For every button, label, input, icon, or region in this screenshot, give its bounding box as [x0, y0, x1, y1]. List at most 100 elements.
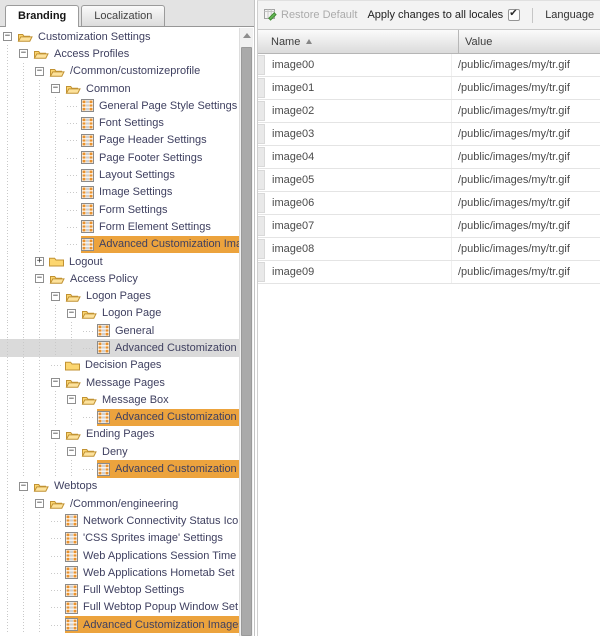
tree-item-logon-page[interactable]: −Logon Page [0, 305, 239, 322]
tree-item-customization-settings[interactable]: −Customization Settings [0, 28, 239, 45]
expander-minus-icon[interactable]: − [19, 482, 28, 491]
expander-minus-icon[interactable]: − [35, 67, 44, 76]
tree-item-full-webtop-popup-window-set[interactable]: Full Webtop Popup Window Set [0, 599, 239, 616]
tree-item-css-sprites-image-settings[interactable]: 'CSS Sprites image' Settings [0, 530, 239, 547]
table-row-image00[interactable]: image00/public/images/my/tr.gif [258, 54, 600, 77]
column-header-name[interactable]: Name [258, 30, 459, 53]
tree-item-layout-settings[interactable]: Layout Settings [0, 166, 239, 183]
tree-item-form-element-settings[interactable]: Form Element Settings [0, 218, 239, 235]
expander-minus-icon[interactable]: − [3, 32, 12, 41]
scroll-up-button[interactable] [240, 28, 253, 43]
tree-item-image-settings[interactable]: Image Settings [0, 184, 239, 201]
tree-item-message-pages[interactable]: −Message Pages [0, 374, 239, 391]
tree-item-common-engineering[interactable]: −/Common/engineering [0, 495, 239, 512]
expander-minus-icon[interactable]: − [67, 309, 76, 318]
table-row-image04[interactable]: image04/public/images/my/tr.gif [258, 146, 600, 169]
table-body: image00/public/images/my/tr.gifimage01/p… [258, 54, 600, 284]
tree-guide-line [35, 460, 51, 477]
tree-node: Ending Pages [65, 426, 239, 443]
restore-default-button[interactable]: Restore Default [263, 7, 363, 24]
tree-guide-line [19, 564, 35, 581]
tree-item-form-settings[interactable]: Form Settings [0, 201, 239, 218]
tree-guide-line [3, 564, 19, 581]
tree-item-advanced-customization[interactable]: Advanced Customization [0, 409, 239, 426]
tree-guide-line [3, 305, 19, 322]
table-row-image01[interactable]: image01/public/images/my/tr.gif [258, 77, 600, 100]
tree-item-full-webtop-settings[interactable]: Full Webtop Settings [0, 582, 239, 599]
table-row-image02[interactable]: image02/public/images/my/tr.gif [258, 100, 600, 123]
tree-guide-line [3, 409, 19, 426]
cell-name: image00 [265, 54, 452, 76]
tree-item-network-connectivity-status-icon[interactable]: Network Connectivity Status Icon [0, 512, 239, 529]
tree-item-general-page-style-settings[interactable]: General Page Style Settings [0, 97, 239, 114]
tree-guide-line [19, 184, 35, 201]
tree-item-advanced-customization-images[interactable]: Advanced Customization Images [0, 616, 239, 633]
apply-checkbox[interactable]: ✔ [508, 9, 520, 21]
restore-default-label: Restore Default [281, 9, 357, 21]
expander-minus-icon[interactable]: − [67, 395, 76, 404]
tree-item-ending-pages[interactable]: −Ending Pages [0, 426, 239, 443]
tree-item-decision-pages[interactable]: Decision Pages [0, 357, 239, 374]
tree-item-common[interactable]: −Common [0, 80, 239, 97]
settings-grid-icon [81, 117, 94, 130]
column-header-value[interactable]: Value [459, 36, 600, 48]
scrollbar-thumb[interactable] [241, 47, 252, 636]
tree-item-logon-pages[interactable]: −Logon Pages [0, 287, 239, 304]
tree-item-advanced-customization[interactable]: Advanced Customization [0, 339, 239, 356]
expander-minus-icon[interactable]: − [67, 447, 76, 456]
cell-name: image08 [265, 238, 452, 260]
tree-item-common-customizeprofile[interactable]: −/Common/customizeprofile [0, 63, 239, 80]
expander-minus-icon[interactable]: − [51, 84, 60, 93]
tab-branding[interactable]: Branding [5, 5, 79, 27]
tree-guide-line [19, 97, 35, 114]
expander-slot: − [35, 495, 49, 512]
expander-plus-icon[interactable]: + [35, 257, 44, 266]
tree-guide-line [3, 582, 19, 599]
table-row-image09[interactable]: image09/public/images/my/tr.gif [258, 261, 600, 284]
expander-minus-icon[interactable]: − [51, 378, 60, 387]
expander-minus-icon[interactable]: − [35, 499, 44, 508]
table-row-image06[interactable]: image06/public/images/my/tr.gif [258, 192, 600, 215]
expander-slot: − [67, 391, 81, 408]
tree-item-label: Webtops [52, 480, 99, 492]
tree-item-advanced-customization[interactable]: Advanced Customization [0, 460, 239, 477]
expander-minus-icon[interactable]: − [19, 49, 28, 58]
tree-item-access-policy[interactable]: −Access Policy [0, 270, 239, 287]
tree-item-label: Full Webtop Settings [81, 584, 186, 596]
table-row-image07[interactable]: image07/public/images/my/tr.gif [258, 215, 600, 238]
tree-item-general[interactable]: General [0, 322, 239, 339]
tree-item-label: Advanced Customization Images [97, 238, 239, 250]
tree-node: Access Policy [49, 270, 239, 287]
expander-minus-icon[interactable]: − [51, 292, 60, 301]
cell-name: image03 [265, 123, 452, 145]
expander-slot: − [51, 80, 65, 97]
tree-item-access-profiles[interactable]: −Access Profiles [0, 45, 239, 62]
cell-name: image04 [265, 146, 452, 168]
tree-item-deny[interactable]: −Deny [0, 443, 239, 460]
tree-item-web-applications-hometab-set[interactable]: Web Applications Hometab Set [0, 564, 239, 581]
tree-item-web-applications-session-time[interactable]: Web Applications Session Time [0, 547, 239, 564]
table-row-image03[interactable]: image03/public/images/my/tr.gif [258, 123, 600, 146]
expander-minus-icon[interactable]: − [51, 430, 60, 439]
tree-item-webtops[interactable]: − Webtops [0, 478, 239, 495]
expander-minus-icon[interactable]: − [35, 274, 44, 283]
column-header-name-label: Name [271, 36, 300, 48]
tree-guide-line [35, 339, 51, 356]
tree-item-page-header-settings[interactable]: Page Header Settings [0, 132, 239, 149]
table-row-image08[interactable]: image08/public/images/my/tr.gif [258, 238, 600, 261]
tree-item-font-settings[interactable]: Font Settings [0, 114, 239, 131]
tab-localization-label: Localization [94, 10, 152, 22]
tree-item-label: General [113, 325, 156, 337]
tab-localization[interactable]: Localization [81, 5, 165, 26]
tree-item-logout[interactable]: +Logout [0, 253, 239, 270]
tree-item-message-box[interactable]: −Message Box [0, 391, 239, 408]
table-row-image05[interactable]: image05/public/images/my/tr.gif [258, 169, 600, 192]
tree-item-page-footer-settings[interactable]: Page Footer Settings [0, 149, 239, 166]
tree-item-label: 'CSS Sprites image' Settings [81, 532, 225, 544]
settings-grid-icon [97, 463, 110, 476]
tree-node: Logon Page [81, 305, 239, 322]
tree-item-advanced-customization-images[interactable]: Advanced Customization Images [0, 236, 239, 253]
tree-scrollbar[interactable] [239, 28, 253, 636]
expander-slot [67, 149, 81, 166]
folder-open-icon [17, 30, 33, 43]
